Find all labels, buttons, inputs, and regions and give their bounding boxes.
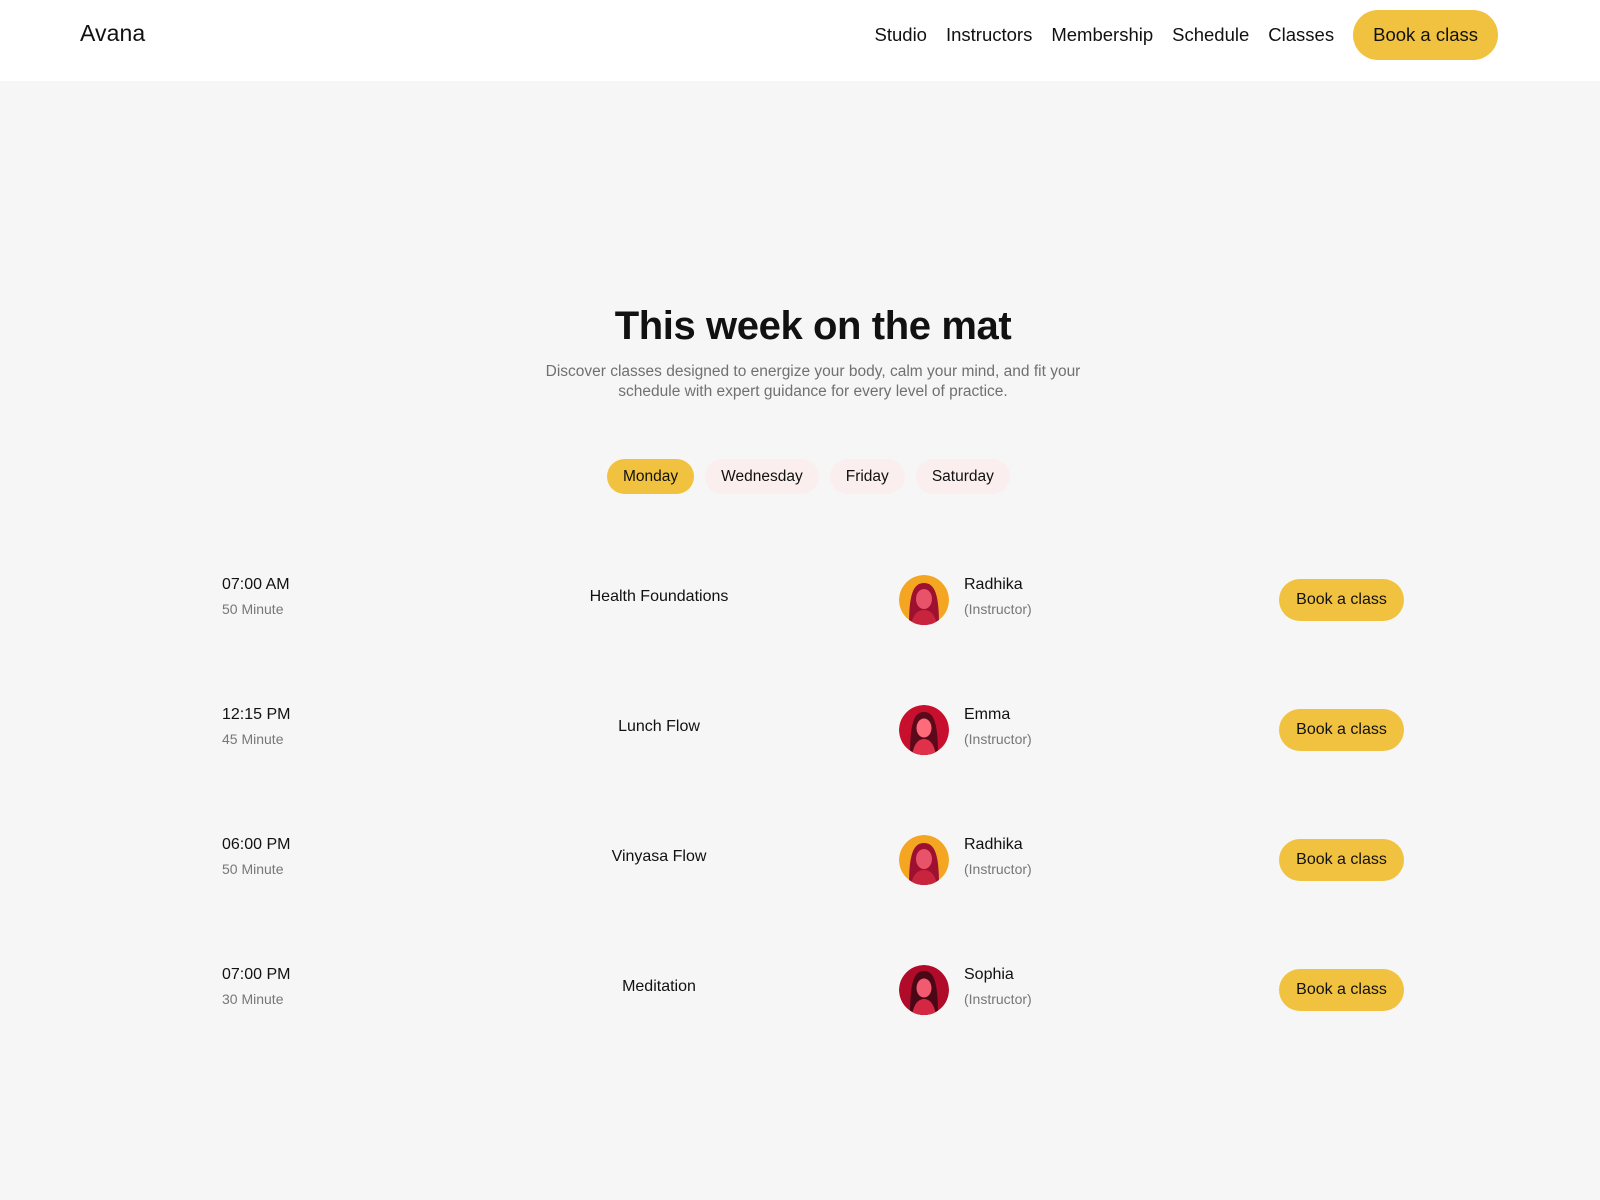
class-duration: 45 Minute [222, 731, 284, 747]
main-nav: Studio Instructors Membership Schedule C… [875, 10, 1498, 60]
class-name: Meditation [622, 978, 696, 995]
class-duration: 30 Minute [222, 991, 284, 1007]
site-header: Avana Studio Instructors Membership Sche… [0, 0, 1600, 81]
instructor-role: (Instructor) [964, 731, 1032, 747]
nav-instructors[interactable]: Instructors [946, 24, 1032, 46]
tab-friday[interactable]: Friday [829, 459, 905, 494]
page-title: This week on the mat [614, 304, 1012, 348]
class-name: Vinyasa Flow [611, 848, 707, 865]
instructor-avatar [899, 575, 949, 625]
tab-saturday[interactable]: Saturday [915, 459, 1010, 494]
instructor-name: Radhika [964, 836, 1023, 853]
schedule-row: 12:15 PM 45 Minute Lunch Flow Emma (Inst… [0, 700, 1600, 760]
nav-classes[interactable]: Classes [1268, 24, 1334, 46]
instructor-avatar [899, 835, 949, 885]
logo[interactable]: Avana [80, 20, 145, 47]
class-time: 06:00 PM [222, 836, 291, 853]
nav-schedule[interactable]: Schedule [1172, 24, 1249, 46]
schedule-row: 06:00 PM 50 Minute Vinyasa Flow Radhika … [0, 830, 1600, 890]
header-book-button[interactable]: Book a class [1353, 10, 1498, 60]
instructor-role: (Instructor) [964, 601, 1032, 617]
class-duration: 50 Minute [222, 861, 284, 877]
instructor-avatar [899, 965, 949, 1015]
book-class-button[interactable]: Book a class [1279, 969, 1404, 1011]
instructor-avatar [899, 705, 949, 755]
class-duration: 50 Minute [222, 601, 284, 617]
book-class-button[interactable]: Book a class [1279, 709, 1404, 751]
schedule-row: 07:00 PM 30 Minute Meditation Sophia (In… [0, 960, 1600, 1020]
instructor-role: (Instructor) [964, 861, 1032, 877]
instructor-name: Emma [964, 706, 1011, 723]
nav-membership[interactable]: Membership [1051, 24, 1153, 46]
book-class-button[interactable]: Book a class [1279, 579, 1404, 621]
book-class-button[interactable]: Book a class [1279, 839, 1404, 881]
class-time: 12:15 PM [222, 706, 291, 723]
class-time: 07:00 PM [222, 966, 291, 983]
nav-studio[interactable]: Studio [875, 24, 927, 46]
schedule-row: 07:00 AM 50 Minute Health Foundations Ra… [0, 570, 1600, 630]
tab-wednesday[interactable]: Wednesday [705, 459, 819, 494]
tab-monday[interactable]: Monday [607, 459, 695, 494]
day-tabs: Monday Wednesday Friday Saturday [607, 459, 1021, 494]
class-time: 07:00 AM [222, 576, 290, 593]
instructor-role: (Instructor) [964, 991, 1032, 1007]
class-name: Health Foundations [589, 588, 729, 605]
class-name: Lunch Flow [618, 718, 700, 735]
page-subtitle: Discover classes designed to energize yo… [545, 363, 1081, 400]
instructor-name: Sophia [964, 966, 1014, 983]
instructor-name: Radhika [964, 576, 1023, 593]
